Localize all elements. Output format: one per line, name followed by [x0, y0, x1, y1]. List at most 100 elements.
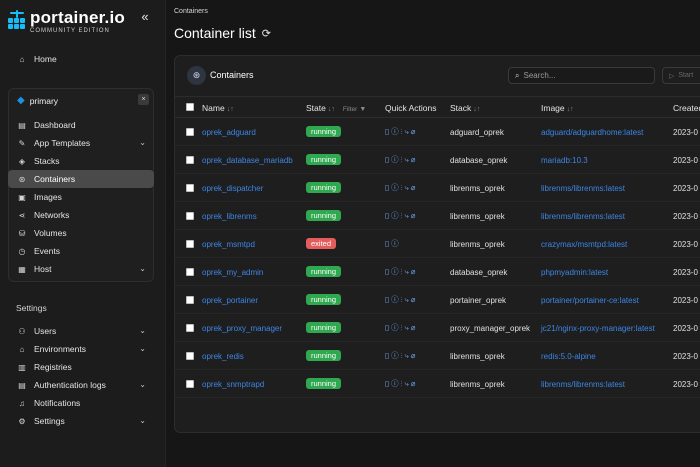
chevron-down-icon[interactable]: ⌄: [139, 264, 146, 273]
sidebar: portainer.io COMMUNITY EDITION « ⌂ Home …: [0, 0, 166, 467]
image-link[interactable]: phpmyadmin:latest: [541, 268, 608, 277]
created-date: 2023-0: [673, 324, 698, 333]
container-name-link[interactable]: oprek_my_admin: [202, 268, 263, 277]
quick-actions-icons[interactable]: ▯ⓘ⫶⤷⌀: [385, 322, 417, 333]
chevron-down-icon[interactable]: ⌄: [139, 416, 146, 425]
container-name-link[interactable]: oprek_librenms: [202, 212, 257, 221]
filter-label[interactable]: Filter: [343, 106, 357, 113]
column-header-name[interactable]: Name ↓↑: [202, 103, 234, 113]
status-badge: running: [306, 210, 342, 221]
sidebar-item-label: Volumes: [34, 228, 67, 238]
search-input[interactable]: [523, 71, 644, 80]
sidebar-item-containers[interactable]: ⊛ Containers: [8, 170, 154, 188]
sidebar-item-dashboard[interactable]: ▤ Dashboard: [8, 116, 154, 134]
column-label: Stack: [450, 103, 472, 113]
image-link[interactable]: librenms/librenms:latest: [541, 380, 625, 389]
close-environment-icon[interactable]: ×: [138, 94, 149, 105]
image-link[interactable]: crazymax/msmtpd:latest: [541, 240, 627, 249]
start-button[interactable]: ▷ Start: [662, 67, 700, 84]
select-all-checkbox[interactable]: [186, 103, 194, 111]
container-name-link[interactable]: oprek_dispatcher: [202, 184, 263, 193]
chevron-down-icon[interactable]: ⌄: [139, 138, 146, 147]
table-row: oprek_proxy_manager running ▯ⓘ⫶⤷⌀ proxy_man…: [175, 314, 700, 342]
sidebar-item-label: Authentication logs: [34, 380, 106, 390]
quick-actions-icons[interactable]: ▯ⓘ⫶⤷⌀: [385, 182, 417, 193]
filter-icon[interactable]: ▼: [359, 106, 366, 113]
stack-name: librenms_oprek: [450, 240, 505, 249]
quick-actions-icons[interactable]: ▯ⓘ⫶⤷⌀: [385, 294, 417, 305]
brand-title: portainer.io: [30, 7, 125, 27]
image-link[interactable]: mariadb:10.3: [541, 156, 588, 165]
page-title-text: Container list: [174, 25, 256, 41]
sidebar-item-images[interactable]: ▣ Images: [8, 188, 154, 206]
container-name-link[interactable]: oprek_proxy_manager: [202, 324, 282, 333]
sidebar-item-notifications[interactable]: ♫ Notifications: [8, 394, 154, 412]
container-name-link[interactable]: oprek_adguard: [202, 128, 256, 137]
refresh-icon[interactable]: ⟳: [262, 27, 271, 40]
quick-actions-icons[interactable]: ▯ⓘ: [385, 238, 401, 249]
chevron-down-icon[interactable]: ⌄: [139, 344, 146, 353]
row-checkbox[interactable]: [186, 296, 194, 304]
search-box[interactable]: ⌕: [508, 67, 655, 84]
row-checkbox[interactable]: [186, 380, 194, 388]
quick-actions-icons[interactable]: ▯ⓘ⫶⤷⌀: [385, 210, 417, 221]
container-name-link[interactable]: oprek_database_mariadb: [202, 156, 293, 165]
column-header-created[interactable]: Created: [673, 103, 700, 113]
container-name-link[interactable]: oprek_snmptrapd: [202, 380, 264, 389]
chevron-down-icon[interactable]: ⌄: [139, 380, 146, 389]
row-checkbox[interactable]: [186, 240, 194, 248]
row-checkbox[interactable]: [186, 184, 194, 192]
sidebar-item-volumes[interactable]: ⛁ Volumes: [8, 224, 154, 242]
docker-icon: ◆: [17, 95, 25, 106]
sidebar-item-host[interactable]: ▦ Host ⌄: [8, 260, 154, 278]
table-row: oprek_librenms running ▯ⓘ⫶⤷⌀ librenms_oprek…: [175, 202, 700, 230]
container-name-link[interactable]: oprek_redis: [202, 352, 244, 361]
column-header-stack[interactable]: Stack ↓↑: [450, 103, 480, 113]
breadcrumb[interactable]: Containers: [174, 8, 208, 15]
stacks-icon: ◈: [18, 156, 26, 166]
quick-actions-icons[interactable]: ▯ⓘ⫶⤷⌀: [385, 378, 417, 389]
collapse-sidebar-icon[interactable]: «: [137, 9, 153, 25]
table-row: oprek_dispatcher running ▯ⓘ⫶⤷⌀ librenms_opr…: [175, 174, 700, 202]
row-checkbox[interactable]: [186, 128, 194, 136]
sidebar-item-label: Registries: [34, 362, 72, 372]
chevron-down-icon[interactable]: ⌄: [139, 326, 146, 335]
quick-actions-icons[interactable]: ▯ⓘ⫶⤷⌀: [385, 350, 417, 361]
sidebar-item-app-templates[interactable]: ✎ App Templates ⌄: [8, 134, 154, 152]
row-checkbox[interactable]: [186, 352, 194, 360]
container-name-link[interactable]: oprek_msmtpd: [202, 240, 255, 249]
image-link[interactable]: adguard/adguardhome:latest: [541, 128, 643, 137]
image-link[interactable]: jc21/nginx-proxy-manager:latest: [541, 324, 655, 333]
sidebar-item-stacks[interactable]: ◈ Stacks: [8, 152, 154, 170]
status-badge: running: [306, 182, 342, 193]
container-name-link[interactable]: oprek_portainer: [202, 296, 258, 305]
image-link[interactable]: librenms/librenms:latest: [541, 184, 625, 193]
image-link[interactable]: redis:5.0-alpine: [541, 352, 596, 361]
image-link[interactable]: librenms/librenms:latest: [541, 212, 625, 221]
row-checkbox[interactable]: [186, 268, 194, 276]
column-header-state[interactable]: State ↓↑ Filter ▼: [306, 103, 366, 113]
sidebar-item-authentication-logs[interactable]: ▤ Authentication logs ⌄: [8, 376, 154, 394]
environment-name: primary: [29, 95, 59, 106]
sidebar-item-users[interactable]: ⚇ Users ⌄: [8, 322, 154, 340]
sidebar-item-environments[interactable]: ⌂ Environments ⌄: [8, 340, 154, 358]
sidebar-item-registries[interactable]: ▥ Registries: [8, 358, 154, 376]
sidebar-item-home[interactable]: ⌂ Home: [8, 50, 154, 68]
home-icon: ⌂: [19, 54, 25, 64]
quick-actions-icons[interactable]: ▯ⓘ⫶⤷⌀: [385, 126, 417, 137]
sidebar-item-label: Home: [34, 54, 57, 64]
row-checkbox[interactable]: [186, 212, 194, 220]
portainer-logo[interactable]: portainer.io COMMUNITY EDITION: [8, 8, 125, 34]
containers-icon: ⊛: [187, 66, 206, 85]
row-checkbox[interactable]: [186, 156, 194, 164]
image-link[interactable]: portainer/portainer-ce:latest: [541, 296, 639, 305]
quick-actions-icons[interactable]: ▯ⓘ⫶⤷⌀: [385, 266, 417, 277]
sidebar-item-settings[interactable]: ⚙ Settings ⌄: [8, 412, 154, 430]
row-checkbox[interactable]: [186, 324, 194, 332]
quick-actions-icons[interactable]: ▯ⓘ⫶⤷⌀: [385, 154, 417, 165]
sidebar-item-networks[interactable]: ⋖ Networks: [8, 206, 154, 224]
column-header-image[interactable]: Image ↓↑: [541, 103, 574, 113]
stack-name: database_oprek: [450, 268, 508, 277]
stack-name: librenms_oprek: [450, 380, 505, 389]
sidebar-item-events[interactable]: ◷ Events: [8, 242, 154, 260]
